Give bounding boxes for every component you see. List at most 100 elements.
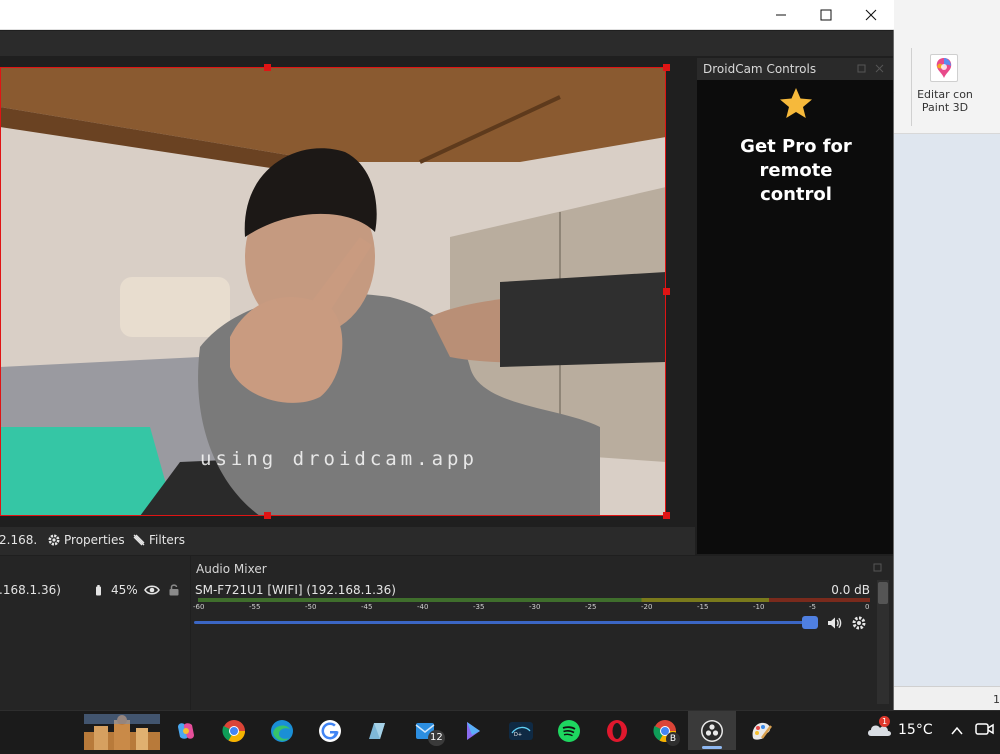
droidcam-watermark: using droidcam.app: [200, 448, 478, 470]
weather-widget[interactable]: 1: [866, 716, 894, 740]
meter-tick-label: -55: [249, 603, 261, 611]
taskbar-mail[interactable]: 12: [410, 716, 445, 746]
source-item-name: .168.1.36): [0, 583, 61, 597]
meter-tick-label: -45: [361, 603, 373, 611]
filters-label: Filters: [149, 533, 185, 547]
edit-label-line2: Paint 3D: [921, 101, 969, 114]
edit-label-line1: Editar con: [917, 88, 973, 101]
lock-icon[interactable]: [168, 583, 180, 596]
get-pro-text[interactable]: Get Pro for remote control: [702, 135, 890, 207]
gear-icon: [48, 534, 60, 546]
taskbar-chrome-profile[interactable]: B: [650, 716, 680, 746]
droidcam-dock-title: DroidCam Controls: [703, 62, 817, 76]
paint-canvas-area: [893, 134, 1000, 686]
maximize-button[interactable]: [803, 0, 849, 30]
volume-meter: [198, 598, 870, 602]
clipchamp-icon: [467, 722, 480, 740]
meter-tick-label: -10: [753, 603, 765, 611]
taskbar-disney-plus[interactable]: D+: [506, 716, 536, 746]
paint-status-bar: 1(: [893, 686, 1000, 710]
battery-icon: [96, 585, 101, 596]
taskbar-app-blue[interactable]: [362, 716, 392, 746]
google-icon: [319, 720, 341, 742]
taskbar-opera[interactable]: [602, 716, 632, 746]
audio-mixer-title: Audio Mixer: [196, 562, 267, 576]
edge-icon: [271, 720, 293, 742]
mixer-undock-icon[interactable]: [873, 563, 882, 572]
mixer-settings-gear-icon[interactable]: [851, 615, 867, 631]
chrome-icon: [222, 720, 245, 742]
meter-tick-label: -40: [417, 603, 429, 611]
copilot-icon: [178, 723, 194, 739]
meter-tick-label: -30: [529, 603, 541, 611]
volume-slider-handle[interactable]: [802, 616, 818, 629]
properties-label: Properties: [64, 533, 125, 547]
speaker-icon[interactable]: [826, 615, 842, 631]
disney-plus-icon: D+: [509, 722, 533, 740]
source-name-fragment: 2.168.: [0, 533, 37, 547]
obs-icon: [701, 720, 723, 742]
taskbar-google[interactable]: [315, 716, 345, 746]
taskbar-clipchamp[interactable]: [458, 716, 488, 746]
meter-tick-label: -50: [305, 603, 317, 611]
source-ip-fragment: 2.168.: [0, 533, 38, 547]
meter-tick-label: -25: [585, 603, 597, 611]
svg-text:D+: D+: [514, 732, 522, 738]
filters-button[interactable]: Filters: [132, 533, 185, 547]
minimize-button[interactable]: [758, 0, 804, 30]
active-indicator: [702, 746, 722, 749]
close-icon: [865, 9, 877, 21]
meter-tick-label: -60: [193, 603, 205, 611]
volume-slider[interactable]: [194, 621, 812, 624]
taskbar-spotify[interactable]: [554, 716, 584, 746]
widgets-city-icon[interactable]: [84, 714, 160, 750]
meter-tick-label: 0: [865, 603, 870, 611]
audio-mixer-header: Audio Mixer: [191, 559, 893, 579]
get-pro-line2: control: [760, 184, 832, 205]
eye-icon[interactable]: [144, 584, 160, 596]
resize-handle-bottom-right[interactable]: [663, 512, 670, 519]
source-list-item[interactable]: .168.1.36) 45%: [0, 578, 190, 602]
resize-handle-bottom[interactable]: [264, 512, 271, 519]
weather-badge: 1: [879, 716, 890, 727]
mixer-scrollbar-thumb[interactable]: [878, 582, 888, 604]
minimize-icon: [776, 14, 786, 16]
paint-icon: [752, 722, 772, 740]
meter-tick-label: -20: [641, 603, 653, 611]
taskbar-edge[interactable]: [267, 716, 297, 746]
mail-badge: 12: [428, 730, 445, 746]
resize-handle-top[interactable]: [264, 64, 271, 71]
app-icon: [369, 723, 385, 739]
taskbar-copilot[interactable]: [171, 716, 201, 746]
maximize-icon: [820, 9, 832, 21]
taskbar-chrome[interactable]: [219, 716, 249, 746]
properties-button[interactable]: Properties: [47, 533, 125, 547]
chevron-up-icon[interactable]: [950, 723, 964, 737]
resize-handle-top-right[interactable]: [663, 64, 670, 71]
filters-icon: [133, 534, 145, 546]
menu-bar: [0, 31, 893, 56]
taskbar-paint[interactable]: [746, 716, 776, 746]
meet-now-icon[interactable]: [974, 721, 996, 739]
meter-tick-label: -5: [809, 603, 816, 611]
undock-icon[interactable]: [857, 64, 866, 73]
battery-level: 45%: [111, 583, 138, 597]
chrome-profile-badge: B: [666, 732, 680, 746]
audio-mixer-dock: [191, 556, 893, 710]
opera-icon: [607, 720, 627, 742]
taskbar-obs[interactable]: [697, 716, 727, 746]
droidcam-controls-dock: [697, 58, 893, 554]
spotify-icon: [558, 720, 580, 742]
paint3d-icon: [930, 54, 958, 82]
resize-handle-right[interactable]: [663, 288, 670, 295]
get-pro-line1: Get Pro for remote: [740, 136, 852, 181]
edit-with-paint3d-label: Editar con Paint 3D: [913, 88, 977, 114]
status-fragment: 1(: [993, 693, 1000, 706]
mixer-device-name: SM-F721U1 [WIFI] (192.168.1.36): [195, 583, 396, 597]
star-icon: [778, 86, 814, 120]
meter-ticks: -60 -55 -50 -45 -40 -35 -30 -25 -20 -15 -10 -5 0: [193, 603, 875, 615]
meter-tick-label: -15: [697, 603, 709, 611]
droidcam-dock-header: DroidCam Controls: [697, 58, 893, 80]
dock-close-icon[interactable]: [875, 64, 884, 73]
close-button[interactable]: [848, 0, 894, 30]
